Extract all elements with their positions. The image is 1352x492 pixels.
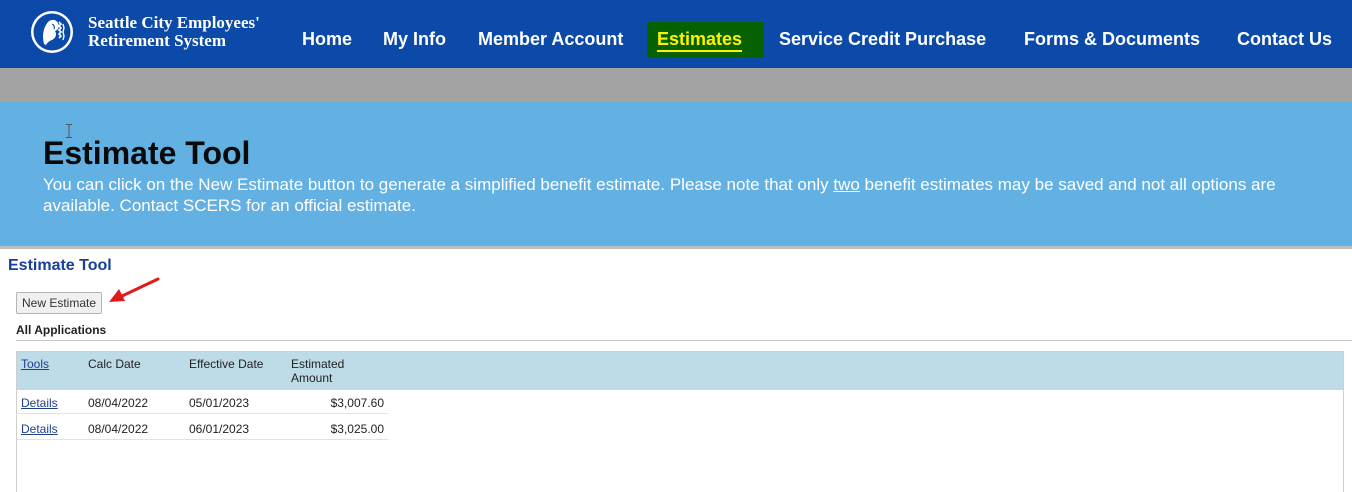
- column-header-calc-date: Calc Date: [88, 357, 141, 371]
- brand-line-1: Seattle City Employees': [88, 13, 260, 32]
- estimated-amount-cell: $3,025.00: [330, 422, 384, 436]
- nav-my-info[interactable]: My Info: [383, 29, 446, 49]
- top-navigation-bar: Seattle City Employees' Retirement Syste…: [0, 0, 1352, 68]
- banner-divider: [0, 246, 1352, 249]
- effective-date-cell: 05/01/2023: [189, 396, 250, 410]
- details-link[interactable]: Details: [21, 396, 58, 410]
- secondary-bar: [0, 68, 1352, 102]
- site-brand[interactable]: Seattle City Employees' Retirement Syste…: [88, 14, 260, 50]
- nav-forms-documents[interactable]: Forms & Documents: [1024, 29, 1200, 49]
- banner-text-start: You can click on the New Estimate button…: [43, 175, 834, 194]
- estimated-amount-header-line-1: Estimated: [291, 357, 345, 371]
- column-header-estimated-amount: Estimated Amount: [291, 357, 344, 385]
- column-header-effective-date: Effective Date: [189, 357, 264, 371]
- page-banner: Estimate Tool You can click on the New E…: [0, 102, 1352, 246]
- seattle-seal-icon[interactable]: [30, 10, 74, 54]
- nav-member-account[interactable]: Member Account: [478, 29, 623, 49]
- calc-date-cell: 08/04/2022: [88, 422, 149, 436]
- estimated-amount-header-line-2: Amount: [291, 371, 333, 385]
- estimates-table: Tools Calc Date Effective Date Estimated…: [16, 351, 1344, 492]
- applications-divider: [16, 340, 1352, 341]
- nav-estimates-label: Estimates: [657, 29, 743, 52]
- nav-estimates[interactable]: Estimates: [647, 22, 764, 58]
- table-row: Details 08/04/2022 05/01/2023 $3,007.60: [17, 392, 388, 414]
- table-header: Tools Calc Date Effective Date Estimated…: [17, 352, 1343, 390]
- calc-date-cell: 08/04/2022: [88, 396, 149, 410]
- section-title: Estimate Tool: [8, 257, 112, 274]
- brand-line-2: Retirement System: [88, 31, 227, 50]
- text-cursor-icon: [66, 124, 72, 138]
- column-header-tools[interactable]: Tools: [21, 357, 49, 371]
- table-row: Details 08/04/2022 06/01/2023 $3,025.00: [17, 418, 388, 440]
- estimated-amount-cell: $3,007.60: [330, 396, 384, 410]
- details-link[interactable]: Details: [21, 422, 58, 436]
- new-estimate-button[interactable]: New Estimate: [16, 292, 103, 314]
- banner-description: You can click on the New Estimate button…: [43, 174, 1313, 216]
- banner-text-emphasis: two: [833, 175, 860, 194]
- nav-home[interactable]: Home: [302, 29, 352, 49]
- all-applications-label: All Applications: [16, 323, 107, 337]
- nav-contact-us[interactable]: Contact Us: [1237, 29, 1332, 49]
- effective-date-cell: 06/01/2023: [189, 422, 250, 436]
- page-title: Estimate Tool: [43, 135, 251, 171]
- annotation-arrow-icon: [109, 277, 160, 302]
- nav-service-credit-purchase[interactable]: Service Credit Purchase: [779, 29, 986, 49]
